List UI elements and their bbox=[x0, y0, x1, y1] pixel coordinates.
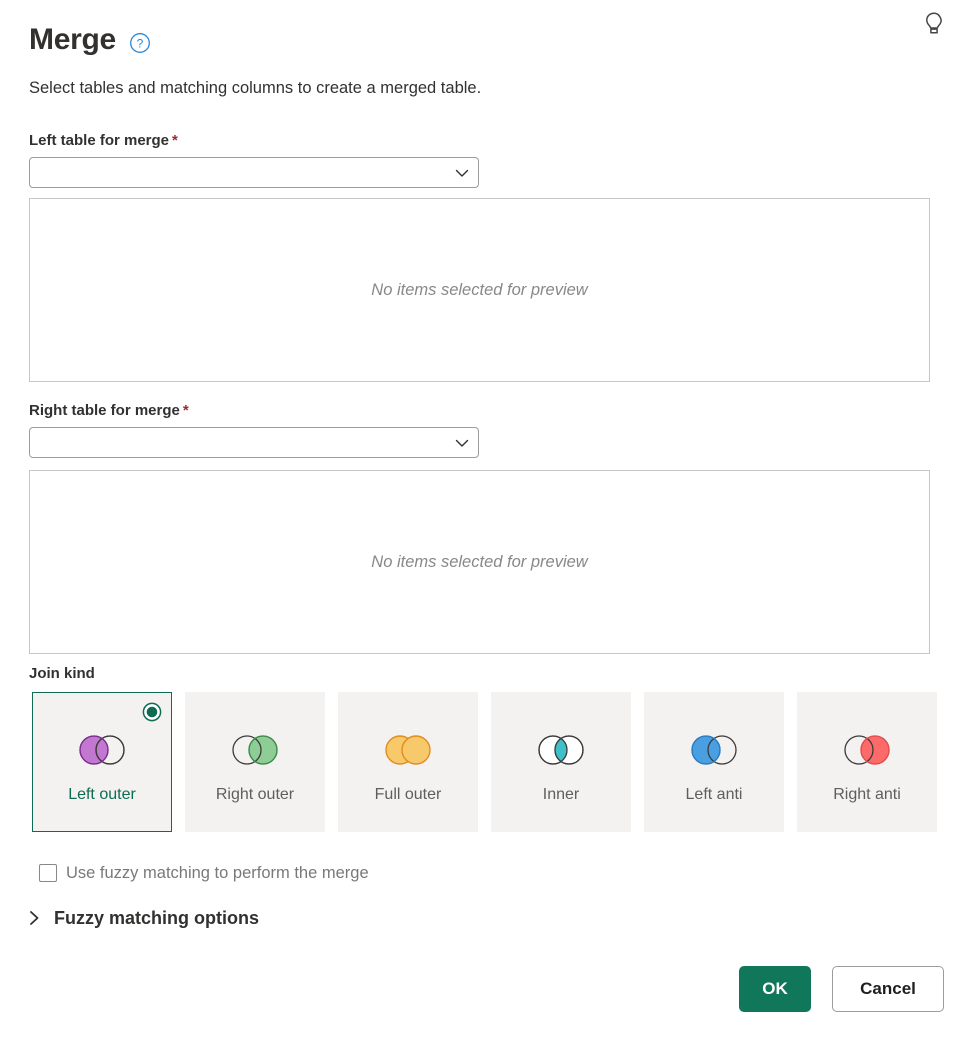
join-kind-option-label: Full outer bbox=[374, 786, 442, 803]
help-circle-icon[interactable]: ? bbox=[129, 32, 151, 54]
venn-full-outer-icon bbox=[385, 735, 431, 765]
page-title: Merge bbox=[29, 23, 116, 56]
right-table-combobox[interactable] bbox=[29, 427, 479, 458]
radio-selected-icon[interactable] bbox=[142, 702, 162, 722]
svg-text:?: ? bbox=[137, 36, 144, 50]
right-table-label-text: Right table for merge bbox=[29, 402, 180, 419]
venn-right-outer-icon bbox=[232, 735, 278, 765]
join-kind-option-left-anti[interactable]: Left anti bbox=[644, 692, 784, 832]
right-table-preview-empty-text: No items selected for preview bbox=[371, 552, 588, 571]
right-table-preview-pane: No items selected for preview bbox=[29, 470, 930, 654]
join-kind-option-right-outer[interactable]: Right outer bbox=[185, 692, 325, 832]
left-table-combobox[interactable] bbox=[29, 157, 479, 188]
dialog-header: Merge ? bbox=[29, 22, 945, 68]
join-kind-label: Join kind bbox=[29, 665, 95, 682]
venn-inner-icon bbox=[538, 735, 584, 765]
use-fuzzy-matching-checkbox[interactable]: Use fuzzy matching to perform the merge bbox=[39, 862, 369, 884]
join-kind-option-label: Inner bbox=[542, 786, 580, 803]
join-kind-option-label: Left anti bbox=[685, 786, 743, 803]
venn-left-outer-icon bbox=[79, 735, 125, 765]
right-table-label: Right table for merge * bbox=[29, 402, 189, 419]
chevron-down-icon[interactable] bbox=[454, 167, 470, 179]
join-kind-option-full-outer[interactable]: Full outer bbox=[338, 692, 478, 832]
left-table-preview-pane: No items selected for preview bbox=[29, 198, 930, 382]
venn-left-anti-icon bbox=[691, 735, 737, 765]
lightbulb-icon[interactable] bbox=[921, 10, 947, 38]
use-fuzzy-matching-label: Use fuzzy matching to perform the merge bbox=[66, 864, 369, 882]
right-table-required-marker: * bbox=[182, 402, 189, 419]
ok-button[interactable]: OK bbox=[739, 966, 811, 1012]
join-kind-option-label: Left outer bbox=[68, 786, 136, 803]
join-kind-option-label: Right anti bbox=[833, 786, 901, 803]
checkbox-unchecked-icon[interactable] bbox=[39, 864, 57, 882]
title-wrap: Merge ? bbox=[29, 22, 945, 58]
dialog-subtitle: Select tables and matching columns to cr… bbox=[29, 79, 482, 97]
left-table-preview-empty-text: No items selected for preview bbox=[371, 280, 588, 299]
join-kind-option-label: Right outer bbox=[215, 786, 295, 803]
merge-dialog: Merge ? Select tables and matching colum… bbox=[0, 0, 973, 1039]
dialog-footer: OK Cancel bbox=[739, 966, 944, 1012]
venn-right-anti-icon bbox=[844, 735, 890, 765]
chevron-right-icon[interactable] bbox=[29, 910, 40, 926]
left-table-label: Left table for merge * bbox=[29, 132, 178, 149]
fuzzy-matching-options-label: Fuzzy matching options bbox=[54, 908, 259, 928]
join-kind-tile-group: Left outer Right outer Full outer Inner … bbox=[32, 692, 938, 832]
join-kind-option-right-anti[interactable]: Right anti bbox=[797, 692, 937, 832]
left-table-required-marker: * bbox=[172, 132, 178, 149]
left-table-label-text: Left table for merge bbox=[29, 132, 170, 149]
cancel-button[interactable]: Cancel bbox=[832, 966, 944, 1012]
fuzzy-matching-options-expander[interactable]: Fuzzy matching options bbox=[29, 906, 259, 930]
join-kind-option-inner[interactable]: Inner bbox=[491, 692, 631, 832]
chevron-down-icon[interactable] bbox=[454, 437, 470, 449]
join-kind-option-left-outer[interactable]: Left outer bbox=[32, 692, 172, 832]
